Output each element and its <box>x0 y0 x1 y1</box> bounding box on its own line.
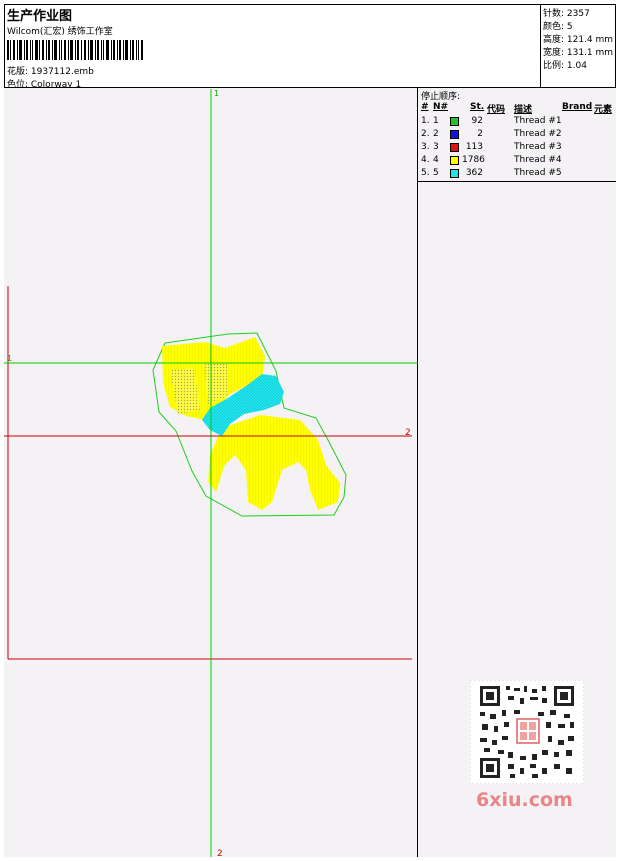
color-swatch <box>450 156 459 165</box>
side-divider <box>418 181 616 182</box>
col-index: # <box>421 102 429 112</box>
color-swatch <box>450 117 459 126</box>
table-row: 4. 4 1786 Thread #4 <box>421 155 562 165</box>
green-guides <box>4 89 418 857</box>
table-row: 5. 5 362 Thread #5 <box>421 168 562 178</box>
green-v-label-bottom: 2 <box>217 849 223 859</box>
col-stitches: St. <box>470 102 485 112</box>
table-row: 3. 3 113 Thread #3 <box>421 142 562 152</box>
watermark-logo: 6xiu.com <box>476 789 573 811</box>
table-row: 2. 2 2 Thread #2 <box>421 129 562 139</box>
col-element: 元素 <box>594 105 613 115</box>
table-row: 1. 1 92 Thread #1 <box>421 116 562 126</box>
green-v-label-top: 1 <box>214 89 219 98</box>
red-h-label: 2 <box>405 428 411 438</box>
green-h-label: 1 <box>7 354 12 363</box>
color-swatch <box>450 143 459 152</box>
col-desc: 描述 <box>514 105 533 115</box>
col-needle: N# <box>433 102 449 112</box>
col-code: 代码 <box>487 105 506 115</box>
qr-code <box>470 680 584 784</box>
col-brand: Brand <box>562 102 593 112</box>
stop-sequence-title: 停止顺序: <box>421 92 461 102</box>
color-swatch <box>450 130 459 139</box>
color-swatch <box>450 169 459 178</box>
